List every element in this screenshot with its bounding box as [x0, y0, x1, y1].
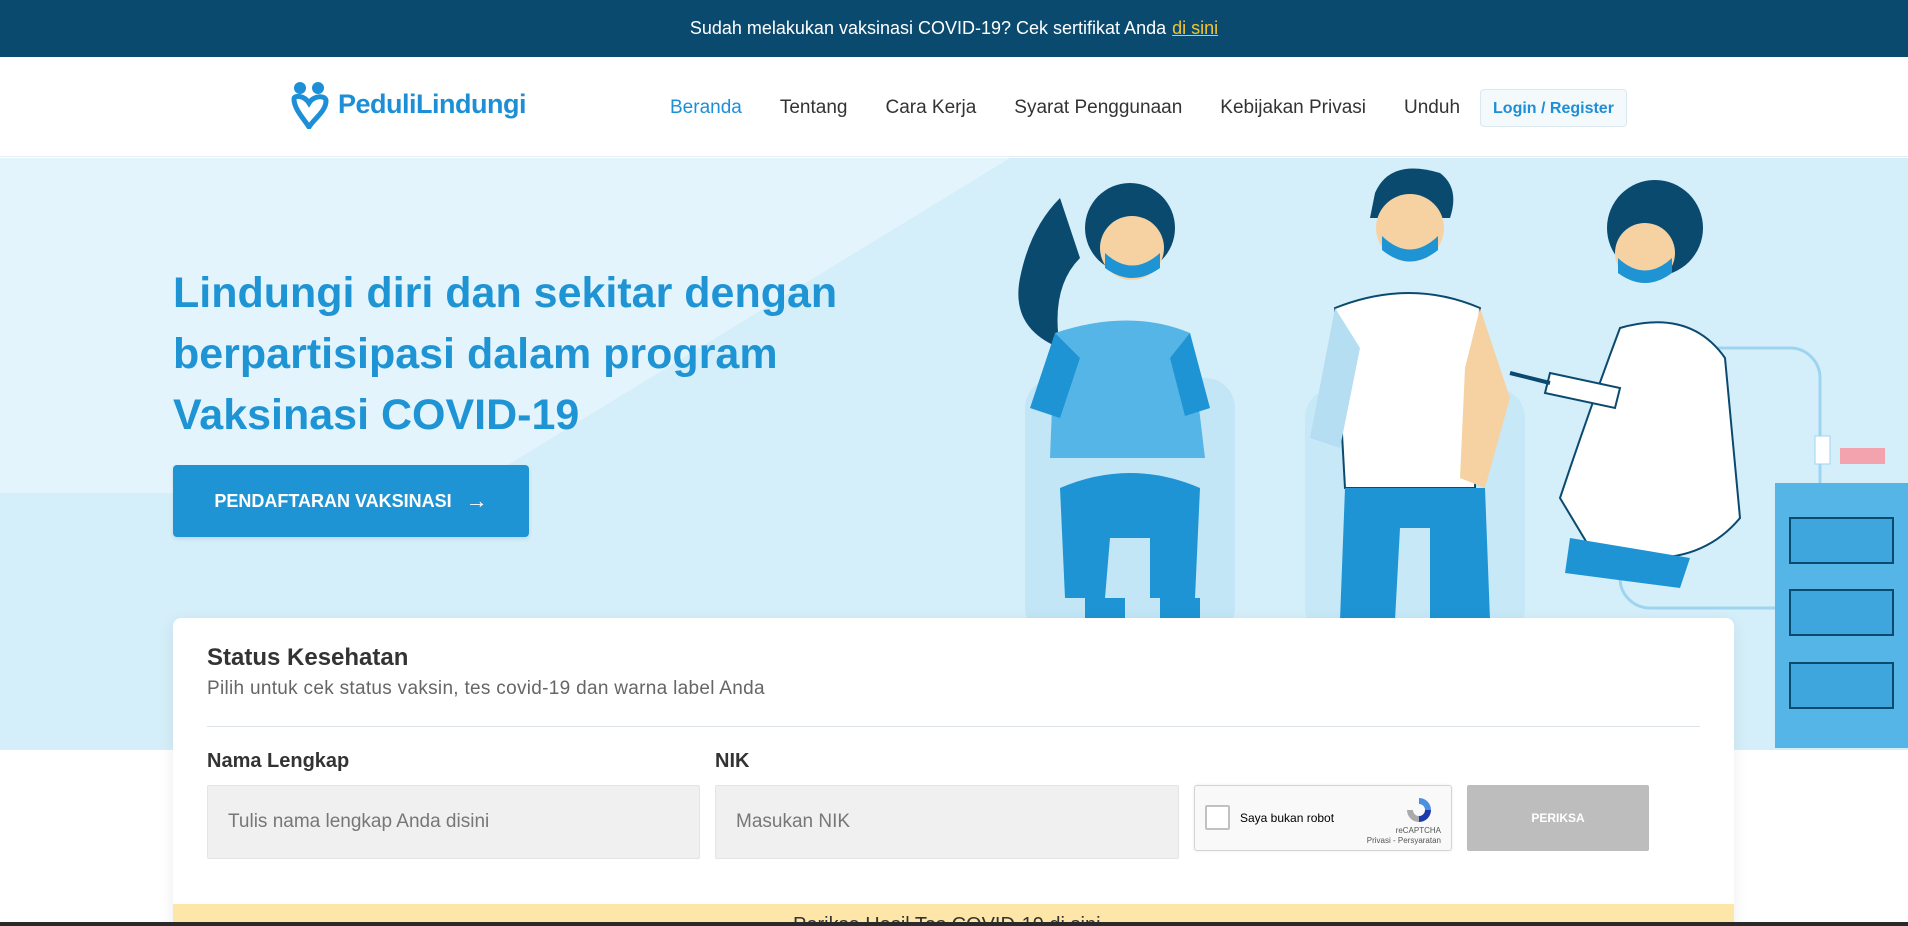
nav-kebijakan-privasi[interactable]: Kebijakan Privasi — [1220, 90, 1366, 126]
nav-tentang[interactable]: Tentang — [780, 90, 848, 126]
nav-links: Beranda Tentang Cara Kerja Syarat Penggu… — [670, 89, 1627, 127]
recaptcha-terms-link[interactable]: Privasi - Persyaratan — [1367, 836, 1441, 846]
nav-syarat-penggunaan[interactable]: Syarat Penggunaan — [1014, 90, 1182, 126]
recaptcha-checkbox[interactable] — [1205, 805, 1230, 830]
hero-title-line: Vaksinasi COVID-19 — [173, 391, 580, 439]
announcement-bar: Sudah melakukan vaksinasi COVID-19? Cek … — [0, 0, 1908, 57]
hero-title-line: berpartisipasi dalam program — [173, 330, 778, 378]
recaptcha-widget: Saya bukan robot reCAPTCHA Privasi - Per… — [1194, 785, 1452, 851]
hero-title: Lindungi diri dan sekitar dengan berpart… — [173, 263, 873, 446]
nav-beranda[interactable]: Beranda — [670, 90, 742, 126]
nav-cara-kerja[interactable]: Cara Kerja — [885, 90, 976, 126]
card-subtitle: Pilih untuk cek status vaksin, tes covid… — [207, 678, 765, 699]
name-label: Nama Lengkap — [207, 750, 350, 772]
nik-label: NIK — [715, 750, 750, 772]
hero-title-line: Lindungi diri dan sekitar dengan — [173, 269, 838, 317]
nav-unduh[interactable]: Unduh — [1404, 90, 1460, 126]
recaptcha-brand: reCAPTCHA Privasi - Persyaratan — [1367, 826, 1441, 846]
cta-label: PENDAFTARAN VAKSINASI — [214, 490, 452, 511]
window-bottom-edge — [0, 922, 1908, 926]
card-title: Status Kesehatan — [207, 644, 409, 671]
logo-text: PeduliLindungi — [338, 88, 526, 119]
main-nav: PeduliLindungi Beranda Tentang Cara Kerj… — [0, 57, 1908, 157]
divider — [207, 726, 1700, 727]
certificate-link[interactable]: di sini — [1172, 18, 1218, 39]
full-name-input[interactable] — [207, 785, 700, 859]
recaptcha-brand-text: reCAPTCHA — [1395, 826, 1441, 835]
logo-heart-icon — [291, 82, 329, 129]
check-button[interactable]: PERIKSA — [1467, 785, 1649, 851]
announcement-text: Sudah melakukan vaksinasi COVID-19? Cek … — [689, 18, 1167, 38]
arrow-right-icon: → — [465, 488, 488, 513]
login-register-button[interactable]: Login / Register — [1480, 89, 1627, 127]
health-status-card: Status Kesehatan Pilih untuk cek status … — [173, 618, 1734, 926]
nik-input[interactable] — [715, 785, 1179, 859]
vaccination-registration-button[interactable]: PENDAFTARAN VAKSINASI → — [173, 465, 529, 537]
logo[interactable]: PeduliLindungi — [290, 79, 526, 129]
recaptcha-icon — [1407, 798, 1431, 822]
recaptcha-label: Saya bukan robot — [1240, 811, 1335, 825]
